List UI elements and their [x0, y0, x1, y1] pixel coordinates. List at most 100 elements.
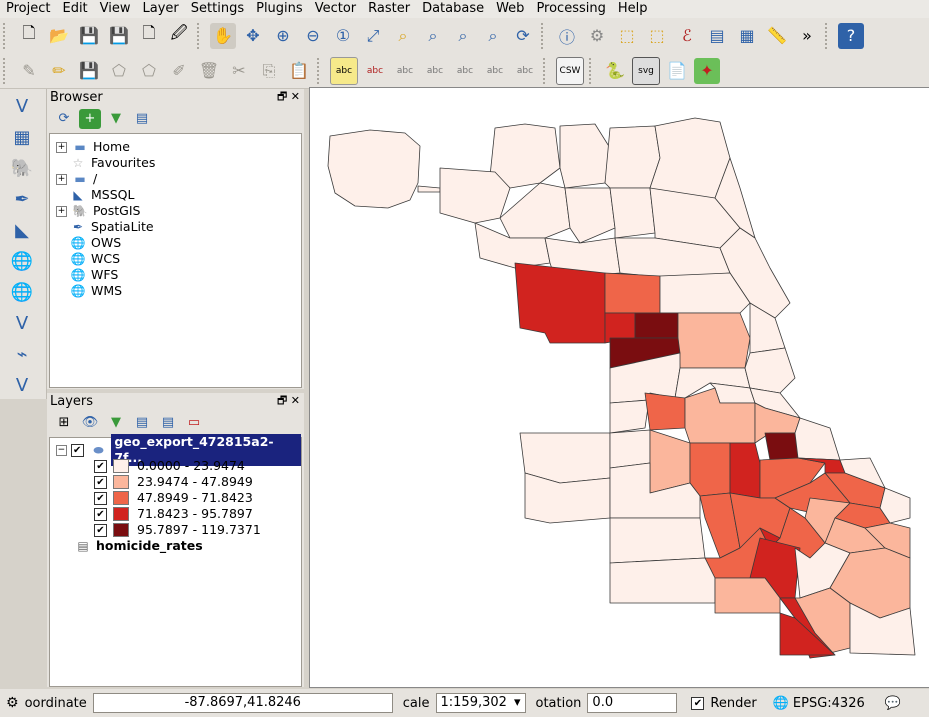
zoom-selection-icon[interactable]: ⌕ — [390, 23, 416, 49]
add-wms-layer-icon[interactable]: 🌐 — [6, 247, 38, 275]
menu-project[interactable]: Project — [0, 0, 56, 18]
expand-icon[interactable]: + — [56, 205, 67, 217]
add-group-icon[interactable]: ⊞ — [53, 413, 75, 433]
menu-settings[interactable]: Settings — [185, 0, 250, 18]
browser-item-wfs[interactable]: 🌐 WFS — [69, 267, 119, 283]
select-features-icon[interactable]: ⬚ — [614, 23, 640, 49]
toolbar-grip[interactable] — [543, 57, 551, 84]
chevron-down-icon[interactable]: ▾ — [514, 694, 521, 712]
collapse-icon[interactable]: − — [56, 444, 67, 456]
menu-edit[interactable]: Edit — [56, 0, 93, 18]
toolbar-grip[interactable] — [3, 57, 11, 84]
rotate-label-icon[interactable]: abc — [482, 58, 508, 84]
menu-layer[interactable]: Layer — [137, 0, 185, 18]
render-check-icon[interactable]: ✔ — [691, 696, 705, 710]
class-visibility-checkbox[interactable]: ✔ — [94, 507, 107, 521]
delete-selected-icon[interactable]: 🗑 — [196, 58, 222, 84]
toolbar-grip[interactable] — [589, 57, 597, 84]
pin-labels-icon[interactable]: abc — [392, 58, 418, 84]
plugin-icon[interactable]: ✦ — [694, 57, 720, 84]
layer-row[interactable]: − ✔ ⬬ geo_export_472815a2-7f... — [56, 434, 302, 466]
rotation-spinbox[interactable]: 0.0 — [587, 693, 678, 713]
expand-icon[interactable]: + — [56, 141, 67, 153]
legend-class-row[interactable]: ✔ 71.8423 - 95.7897 — [94, 506, 253, 522]
remove-layer-icon[interactable]: ▭ — [183, 413, 205, 433]
save-project-icon[interactable]: 💾 — [76, 23, 102, 49]
save-as-icon[interactable]: 💾 — [106, 23, 132, 49]
new-project-icon[interactable]: 🗋 — [16, 23, 42, 49]
toolbar-grip[interactable] — [197, 22, 205, 49]
toolbar-more-icon[interactable]: » — [794, 23, 820, 49]
georeferencer-icon[interactable]: 📄 — [664, 58, 690, 84]
legend-class-row[interactable]: ✔ 23.9474 - 47.8949 — [94, 474, 253, 490]
messages-bubble-icon[interactable]: 💬 — [885, 696, 901, 711]
zoom-native-icon[interactable]: ① — [330, 23, 356, 49]
attribute-table-icon[interactable]: ▤ — [704, 23, 730, 49]
class-visibility-checkbox[interactable]: ✔ — [94, 459, 107, 473]
browser-item-wcs[interactable]: 🌐 WCS — [69, 251, 121, 267]
copy-features-icon[interactable]: ⎘ — [256, 58, 282, 84]
filter-legend-icon[interactable]: ▼ — [105, 413, 127, 433]
toolbar-grip[interactable] — [317, 57, 325, 84]
zoom-full-icon[interactable]: ⤢ — [360, 23, 386, 49]
panel-float-close-controls[interactable]: 🗗 ✕ — [277, 392, 304, 411]
new-layer-icon[interactable]: V — [6, 371, 38, 399]
add-raster-layer-icon[interactable]: ▦ — [6, 123, 38, 151]
menu-plugins[interactable]: Plugins — [250, 0, 309, 18]
expand-all-icon[interactable]: ▤ — [131, 413, 153, 433]
current-edits-icon[interactable]: ✎ — [16, 58, 42, 84]
expand-icon[interactable]: + — [56, 173, 67, 185]
menu-help[interactable]: Help — [612, 0, 654, 18]
menu-processing[interactable]: Processing — [530, 0, 611, 18]
browser-item-home[interactable]: + ▬ Home — [56, 139, 130, 155]
zoom-next-icon[interactable]: ⌕ — [480, 23, 506, 49]
zoom-layer-icon[interactable]: ⌕ — [420, 23, 446, 49]
browser-item-favourites[interactable]: ☆ Favourites — [69, 155, 156, 171]
select-by-expression-icon[interactable]: ℰ — [674, 23, 700, 49]
python-console-icon[interactable]: 🐍 — [602, 58, 628, 84]
add-feature-icon[interactable]: ⬠ — [106, 58, 132, 84]
add-postgis-layer-icon[interactable]: 🐘 — [6, 154, 38, 182]
move-label-icon[interactable]: abc — [452, 58, 478, 84]
pan-icon[interactable]: ✋ — [210, 22, 236, 49]
cut-features-icon[interactable]: ✂ — [226, 58, 252, 84]
zoom-in-icon[interactable]: ⊕ — [270, 23, 296, 49]
collapse-all-icon[interactable]: ▤ — [157, 413, 179, 433]
add-selected-icon[interactable]: + — [79, 108, 101, 129]
toolbar-grip[interactable] — [541, 22, 549, 49]
label-icon[interactable]: abc — [330, 56, 358, 85]
messages-icon[interactable]: ⚙ — [6, 695, 19, 711]
browser-item-root[interactable]: + ▬ / — [56, 171, 97, 187]
crs-status[interactable]: 🌐 EPSG:4326 — [773, 696, 865, 711]
browser-item-ows[interactable]: 🌐 OWS — [69, 235, 122, 251]
refresh-icon[interactable]: ⟳ — [53, 109, 75, 129]
browser-item-spatialite[interactable]: ✒ SpatiaLite — [69, 219, 154, 235]
identify-icon[interactable]: ⓘ — [554, 23, 580, 49]
pan-to-selection-icon[interactable]: ✥ — [240, 23, 266, 49]
open-project-icon[interactable]: 📂 — [46, 23, 72, 49]
add-wcs-layer-icon[interactable]: 🌐 — [6, 278, 38, 306]
field-calculator-icon[interactable]: ▦ — [734, 23, 760, 49]
add-vector-layer-icon[interactable]: V — [6, 92, 38, 120]
map-canvas[interactable] — [309, 87, 929, 688]
scale-combo[interactable]: 1:159,302 ▾ — [435, 693, 526, 713]
run-action-icon[interactable]: ⚙ — [584, 23, 610, 49]
class-visibility-checkbox[interactable]: ✔ — [94, 475, 107, 489]
add-wfs-layer-icon[interactable]: V — [6, 309, 38, 337]
menu-database[interactable]: Database — [416, 0, 490, 18]
collapse-all-icon[interactable]: ▤ — [131, 109, 153, 129]
layer-visibility-checkbox[interactable]: ✔ — [70, 443, 84, 457]
deselect-icon[interactable]: ⬚ — [644, 23, 670, 49]
legend-class-row[interactable]: ✔ 95.7897 - 119.7371 — [94, 522, 261, 538]
change-label-icon[interactable]: abc — [512, 58, 538, 84]
class-visibility-checkbox[interactable]: ✔ — [94, 523, 107, 537]
svg-export-icon[interactable]: svg — [632, 56, 660, 85]
layer-labeling-icon[interactable]: abc — [362, 58, 388, 84]
node-tool-icon[interactable]: ✐ — [166, 58, 192, 84]
save-edits-icon[interactable]: 💾 — [76, 58, 102, 84]
add-delimited-text-icon[interactable]: ⌁ — [6, 340, 38, 368]
measure-icon[interactable]: 📏 — [764, 23, 790, 49]
filter-icon[interactable]: ▼ — [105, 109, 127, 129]
coordinate-field[interactable]: -87.8697,41.8246 — [92, 693, 393, 713]
legend-class-row[interactable]: ✔ 47.8949 - 71.8423 — [94, 490, 253, 506]
